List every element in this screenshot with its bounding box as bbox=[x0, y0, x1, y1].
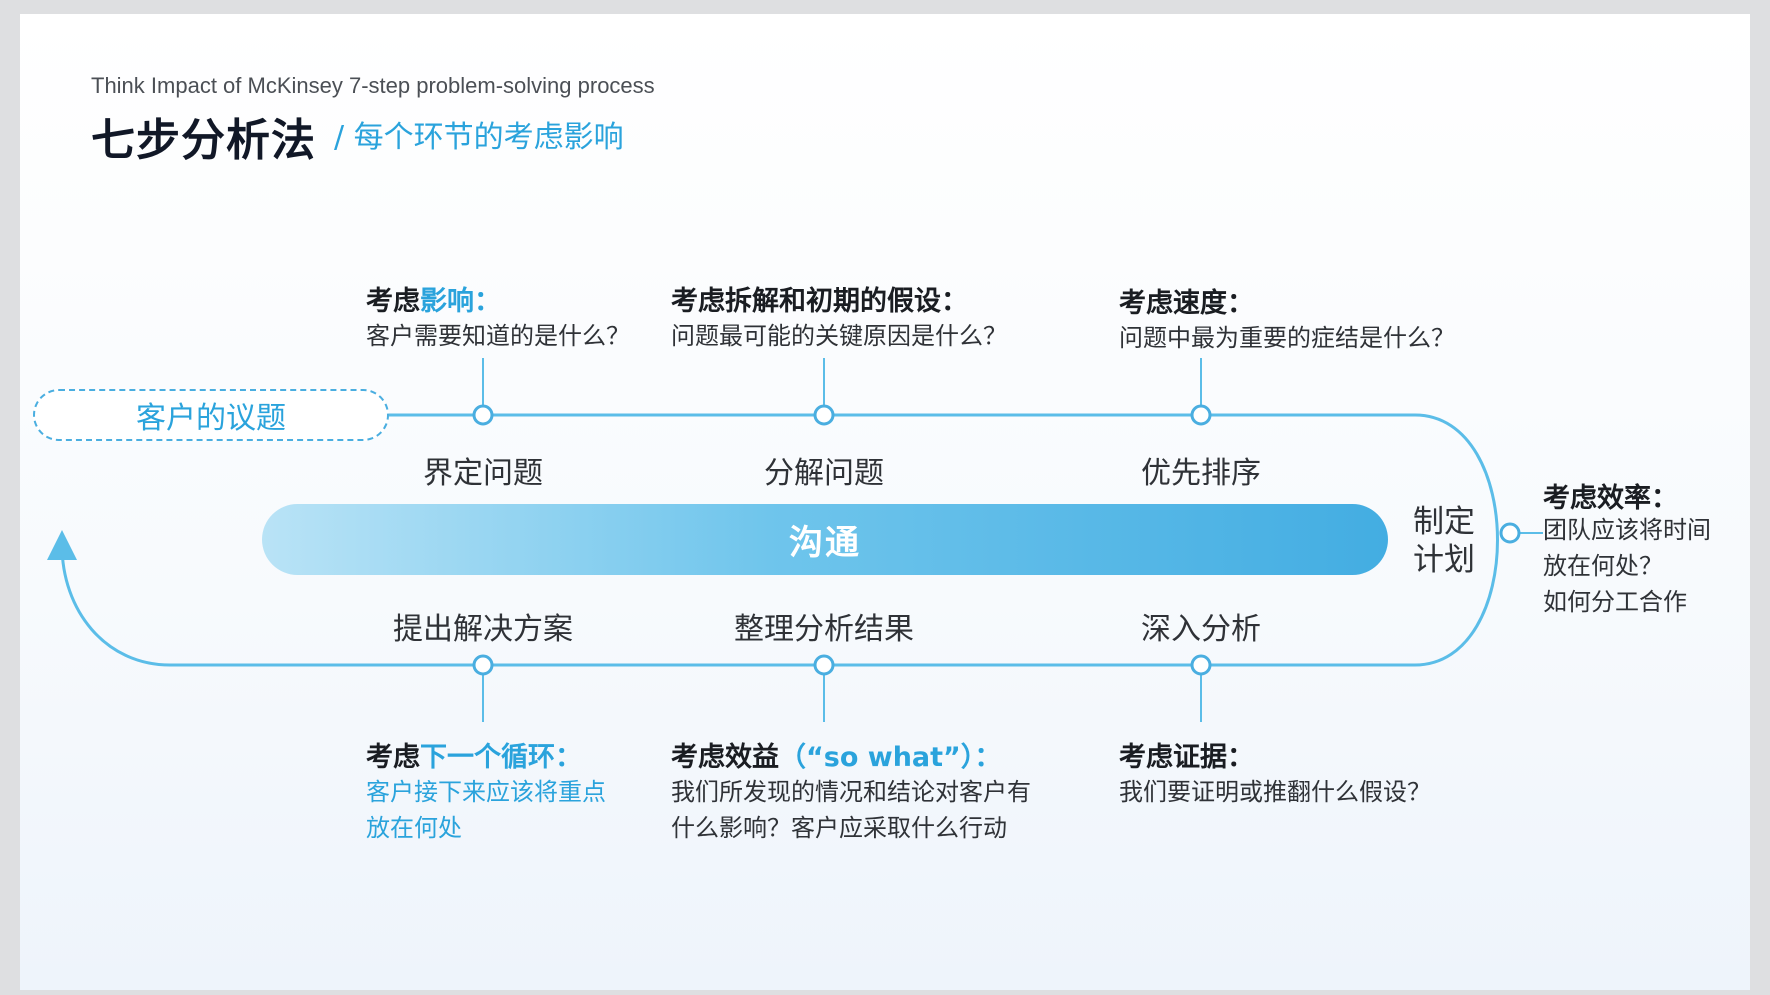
step-propose-solution: 提出解决方案 bbox=[393, 612, 573, 647]
note-bottom-2-head-highlight: （“so what”） bbox=[779, 742, 975, 773]
note-bottom-1-head-tail: ： bbox=[555, 742, 582, 773]
note-top-3-line1: 问题中最为重要的症结是什么？ bbox=[1119, 324, 1455, 352]
note-top-2-heading: 考虑拆解和初期的假设： bbox=[671, 286, 968, 317]
note-top-1-head-tail: ： bbox=[474, 286, 501, 317]
note-bottom-1-head-plain: 考虑 bbox=[366, 742, 420, 773]
plan-label-line1: 制定 bbox=[1413, 504, 1475, 540]
note-right-line1: 团队应该将时间 bbox=[1543, 516, 1711, 544]
note-bottom-1-body: 客户接下来应该将重点 放在何处 bbox=[366, 774, 606, 846]
note-bottom-2-head-tail: ： bbox=[974, 742, 1002, 773]
note-bottom-2-body: 我们所发现的情况和结论对客户有 什么影响？客户应采取什么行动 bbox=[671, 774, 1031, 846]
note-bottom-1-heading: 考虑下一个循环： bbox=[366, 735, 582, 774]
step-make-plan: 制定 计划 bbox=[1413, 503, 1483, 579]
note-bottom-2-head-plain: 考虑效益 bbox=[671, 742, 779, 773]
node-solution bbox=[472, 654, 494, 676]
node-define bbox=[472, 404, 494, 426]
note-bottom-2-line1: 我们所发现的情况和结论对客户有 bbox=[671, 778, 1031, 806]
node-analyze bbox=[1190, 654, 1212, 676]
note-top-1-head-plain: 考虑 bbox=[366, 286, 420, 317]
note-right-heading: 考虑效率： bbox=[1543, 483, 1678, 514]
note-top-1-heading: 考虑影响： bbox=[366, 279, 501, 318]
note-right-line3: 如何分工合作 bbox=[1543, 588, 1687, 616]
node-prioritize bbox=[1190, 404, 1212, 426]
note-top-2-line1: 问题最可能的关键原因是什么？ bbox=[671, 322, 1007, 350]
note-bottom-3-heading: 考虑证据： bbox=[1119, 742, 1254, 773]
step-deep-analysis: 深入分析 bbox=[1141, 612, 1261, 647]
note-top-3-heading: 考虑速度： bbox=[1119, 288, 1254, 319]
node-plan bbox=[1499, 522, 1521, 544]
client-issue-box: 客户的议题 bbox=[33, 389, 389, 441]
note-top-1-body: 客户需要知道的是什么？ bbox=[366, 318, 630, 354]
note-bottom-2-heading: 考虑效益（“so what”）： bbox=[671, 735, 1001, 774]
note-bottom-1-head-highlight: 下一个循环 bbox=[420, 742, 555, 773]
note-bottom-1-line1: 客户接下来应该将重点 bbox=[366, 778, 606, 806]
node-synthesize bbox=[813, 654, 835, 676]
note-right-line2: 放在何处？ bbox=[1543, 552, 1663, 580]
note-right-body: 团队应该将时间 放在何处？ 如何分工合作 bbox=[1543, 512, 1711, 620]
left-return-arrow bbox=[47, 530, 171, 667]
step-decompose-problem: 分解问题 bbox=[764, 456, 884, 491]
note-top-3-body: 问题中最为重要的症结是什么？ bbox=[1119, 320, 1455, 356]
note-top-1-head-highlight: 影响 bbox=[420, 286, 474, 317]
note-bottom-1-line2: 放在何处 bbox=[366, 814, 462, 842]
note-bottom-3-body: 我们要证明或推翻什么假设？ bbox=[1119, 774, 1431, 810]
step-define-problem: 界定问题 bbox=[423, 456, 543, 491]
node-decompose bbox=[813, 404, 835, 426]
note-bottom-3-line1: 我们要证明或推翻什么假设？ bbox=[1119, 778, 1431, 806]
step-synthesize-results: 整理分析结果 bbox=[734, 612, 914, 647]
note-top-1-line1: 客户需要知道的是什么？ bbox=[366, 322, 630, 350]
step-prioritize: 优先排序 bbox=[1141, 456, 1261, 491]
plan-label-line2: 计划 bbox=[1413, 542, 1475, 578]
note-bottom-2-line2: 什么影响？客户应采取什么行动 bbox=[671, 814, 1007, 842]
note-top-2-body: 问题最可能的关键原因是什么？ bbox=[671, 318, 1007, 354]
communication-bar: 沟通 bbox=[262, 504, 1388, 575]
